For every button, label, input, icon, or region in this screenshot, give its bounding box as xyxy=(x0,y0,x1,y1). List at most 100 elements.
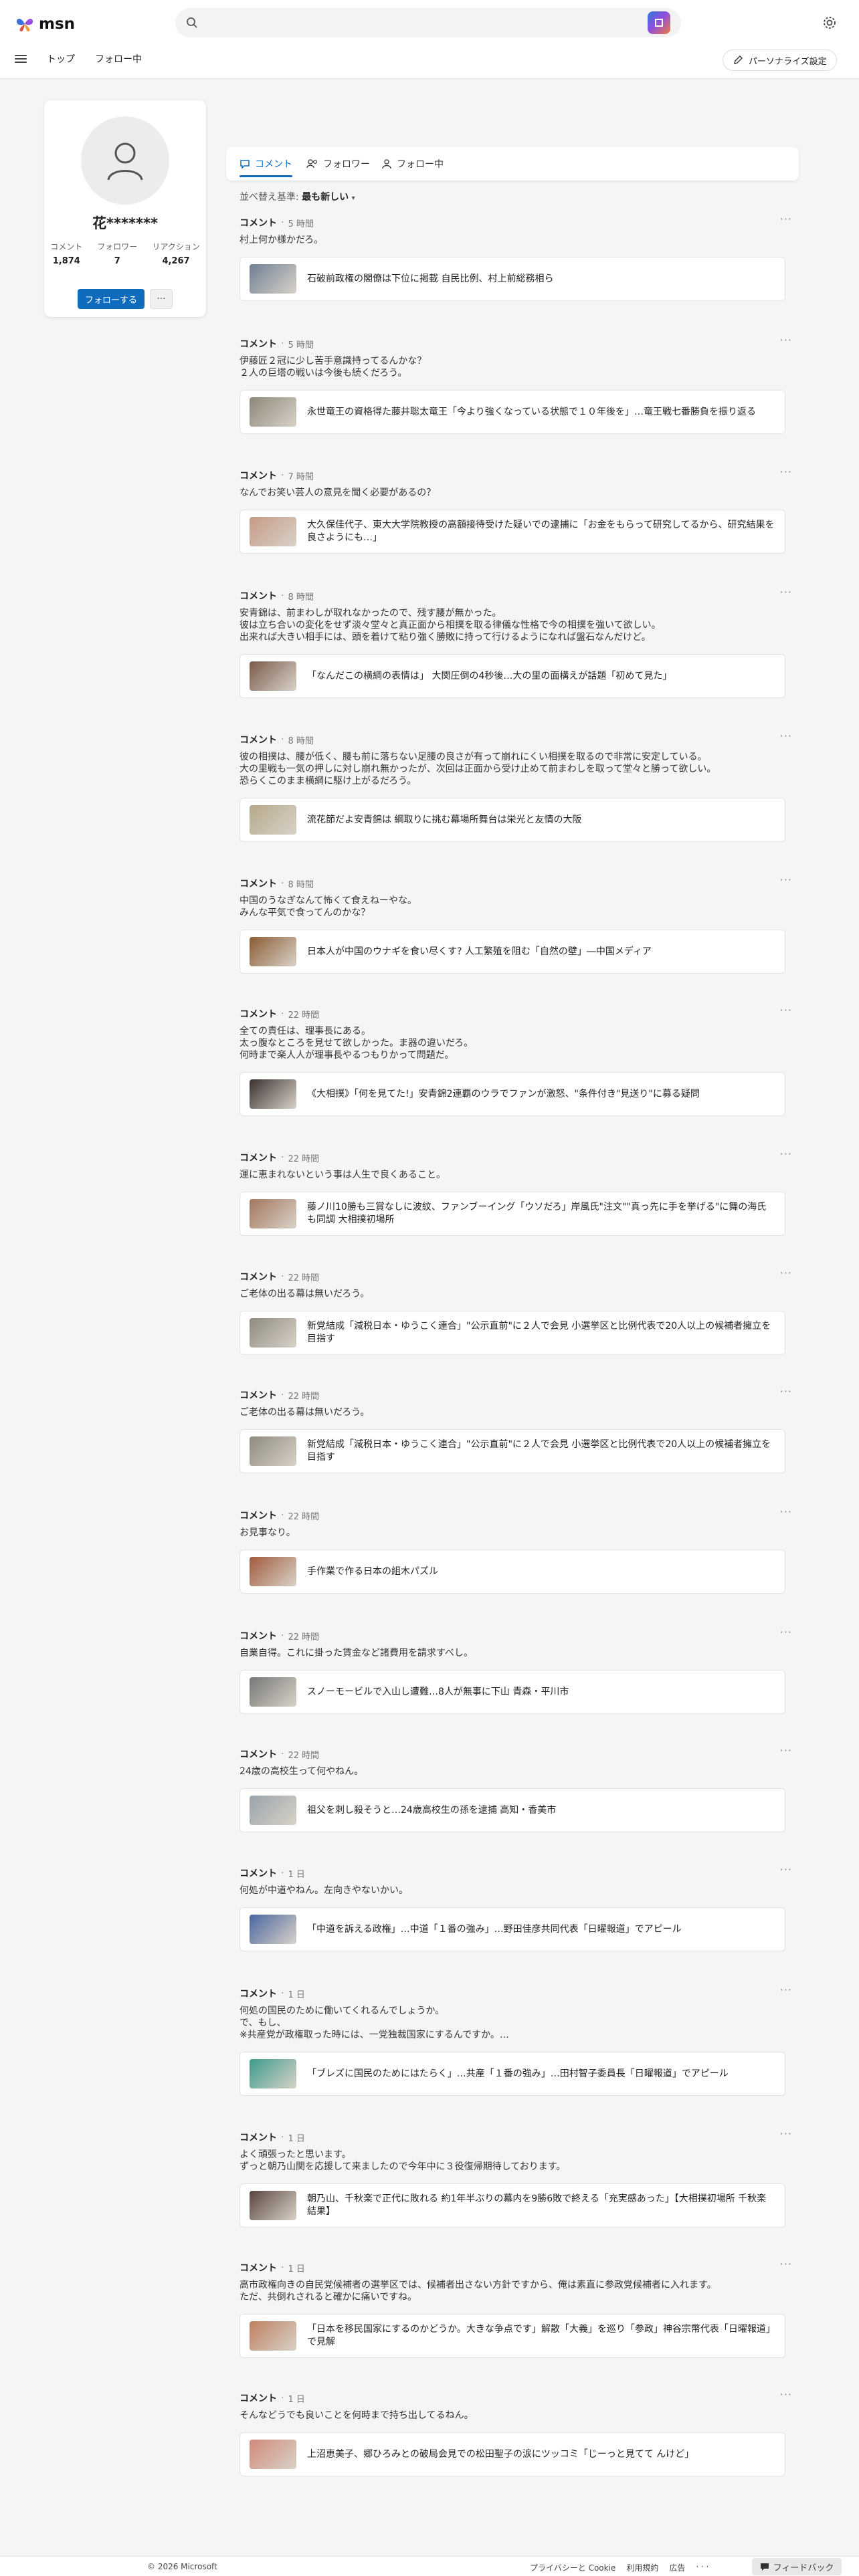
nav-top[interactable]: トップ xyxy=(47,52,75,66)
more-options-icon[interactable]: ··· xyxy=(780,1148,792,1160)
more-options-icon[interactable]: ··· xyxy=(780,873,792,886)
comment-time: 8 時間 xyxy=(288,879,314,890)
comment-author[interactable]: コメント xyxy=(240,469,277,482)
top-bar: msn トップ フォロー中 パーソナライズ設定 xyxy=(0,0,859,79)
stat-value: 7 xyxy=(114,256,120,266)
follow-button[interactable]: フォローする xyxy=(78,289,145,309)
more-options-icon[interactable]: ··· xyxy=(780,2388,792,2401)
copilot-icon[interactable] xyxy=(648,11,670,34)
tab-label: コメント xyxy=(255,159,292,170)
comment-icon xyxy=(240,160,250,169)
more-options-button[interactable]: ··· xyxy=(150,289,173,309)
comment-header: コメント · 22 時間 xyxy=(240,1006,319,1021)
more-options-icon[interactable]: ··· xyxy=(780,1983,792,1996)
comment-text: なんでお笑い芸人の意見を聞く必要があるの？ xyxy=(240,488,436,498)
article-link[interactable]: 「ブレズに国民のためにはたらく」…共産「１番の強み」…田村智子委員長「日曜報道」… xyxy=(240,2052,785,2096)
main-nav: トップ フォロー中 xyxy=(15,47,142,71)
comment-author[interactable]: コメント xyxy=(240,1007,277,1021)
comment-time: 7 時間 xyxy=(288,471,314,482)
more-options-icon[interactable]: ··· xyxy=(780,1863,792,1876)
sort-control[interactable]: 並べ替え基準: 最も新しい ▾ xyxy=(240,190,355,203)
msn-logo[interactable]: msn xyxy=(15,13,75,35)
tab-followers[interactable]: フォロワー xyxy=(306,147,370,181)
comment-author[interactable]: コメント xyxy=(240,877,277,890)
comment-author[interactable]: コメント xyxy=(240,733,277,746)
more-options-icon[interactable]: ··· xyxy=(780,1505,792,1518)
more-links[interactable]: · · · xyxy=(696,2562,708,2573)
article-link[interactable]: 祖父を刺し殺そうと…24歳高校生の孫を逮捕 高知・香美市 xyxy=(240,1788,785,1832)
article-link[interactable]: 石破前政権の閣僚は下位に掲載 自民比例、村上前総務相ら xyxy=(240,257,785,301)
more-options-icon[interactable]: ··· xyxy=(780,586,792,599)
article-link[interactable]: 大久保佳代子、東大大学院教授の高額接待受けた疑いでの逮捕に「お金をもらって研究し… xyxy=(240,510,785,554)
article-link[interactable]: 新党結成「減税日本・ゆうこく連合」"公示直前"に２人で会見 小選挙区と比例代表で… xyxy=(240,1429,785,1473)
article-link[interactable]: 手作業で作る日本の組木パズル xyxy=(240,1549,785,1594)
comment-author[interactable]: コメント xyxy=(240,2391,277,2405)
article-link[interactable]: 新党結成「減税日本・ゆうこく連合」"公示直前"に２人で会見 小選挙区と比例代表で… xyxy=(240,1311,785,1355)
more-options-icon[interactable]: ··· xyxy=(780,1004,792,1016)
more-options-icon[interactable]: ··· xyxy=(780,2127,792,2140)
tab-comments[interactable]: コメント xyxy=(240,147,292,181)
comment-author[interactable]: コメント xyxy=(240,2131,277,2144)
comment-author[interactable]: コメント xyxy=(240,1270,277,1283)
stat-followers[interactable]: フォロワー 7 xyxy=(97,241,137,266)
comment-author[interactable]: コメント xyxy=(240,2261,277,2274)
comment-author[interactable]: コメント xyxy=(240,337,277,350)
privacy-link[interactable]: プライバシーと Cookie xyxy=(530,2562,615,2573)
comment-header: コメント · 1 日 xyxy=(240,2260,305,2275)
stat-value: 4,267 xyxy=(162,256,190,266)
sort-value[interactable]: 最も新しい xyxy=(302,192,349,203)
separator-dot: · xyxy=(281,2393,284,2403)
comment-author[interactable]: コメント xyxy=(240,1987,277,2000)
comment-author[interactable]: コメント xyxy=(240,1509,277,1522)
article-link[interactable]: 《大相撲》「何を見てた!」安青錦2連覇のウラでファンが激怒、"条件付き"見送り"… xyxy=(240,1072,785,1116)
more-options-icon[interactable]: ··· xyxy=(780,1385,792,1398)
ads-link[interactable]: 広告 xyxy=(669,2562,685,2573)
profile-stats: コメント 1,874 フォロワー 7 リアクション 4,267 xyxy=(44,241,206,266)
article-link[interactable]: 永世竜王の資格得た藤井聡太竜王「今より強くなっている状態で１０年後を」…竜王戦七… xyxy=(240,390,785,434)
article-link[interactable]: 上沼恵美子、郷ひろみとの破局会見での松田聖子の涙にツッコミ「じーっと見てて んけ… xyxy=(240,2432,785,2476)
article-link[interactable]: 「中道を訴える政権」…中道「１番の強み」…野田佳彦共同代表「日曜報道」でアピール xyxy=(240,1907,785,1951)
more-options-icon[interactable]: ··· xyxy=(780,213,792,225)
comment-author[interactable]: コメント xyxy=(240,1151,277,1164)
stat-comments[interactable]: コメント 1,874 xyxy=(50,241,82,266)
comment-time: 8 時間 xyxy=(288,736,314,746)
gear-icon[interactable] xyxy=(820,13,839,32)
more-options-icon[interactable]: ··· xyxy=(780,730,792,742)
feedback-button[interactable]: フィードバック xyxy=(752,2558,842,2575)
comment-author[interactable]: コメント xyxy=(240,1388,277,1402)
comment-author[interactable]: コメント xyxy=(240,589,277,603)
article-thumbnail xyxy=(250,1436,296,1466)
stat-label: フォロワー xyxy=(97,242,138,251)
comment-author[interactable]: コメント xyxy=(240,1866,277,1880)
hamburger-menu-icon[interactable] xyxy=(15,53,27,65)
comment-text: 安青錦は、前まわしが取れなかったので、残す腰が無かった。 彼は立ち合いの変化をせ… xyxy=(240,608,661,643)
separator-dot: · xyxy=(281,1630,284,1641)
article-link[interactable]: 「日本を移民国家にするのかどうか。大きな争点です」解散「大義」を巡り「参政」神谷… xyxy=(240,2314,785,2358)
nav-following[interactable]: フォロー中 xyxy=(95,52,142,66)
more-options-icon[interactable]: ··· xyxy=(780,2258,792,2270)
article-thumbnail xyxy=(250,2321,296,2351)
article-link[interactable]: 藤ノ川10勝も三賞なしに波紋、ファンブーイング「ウソだろ」岸風氏"注文""真っ先… xyxy=(240,1192,785,1236)
more-options-icon[interactable]: ··· xyxy=(780,334,792,346)
search-bar[interactable] xyxy=(175,8,681,37)
article-link[interactable]: 「なんだこの横綱の表情は」 大関圧倒の4秒後…大の里の面構えが話題「初めて見た」 xyxy=(240,654,785,698)
terms-link[interactable]: 利用規約 xyxy=(626,2562,658,2573)
personalize-button[interactable]: パーソナライズ設定 xyxy=(723,49,837,71)
comment-author[interactable]: コメント xyxy=(240,216,277,229)
search-input[interactable] xyxy=(205,13,648,33)
article-link[interactable]: 流花節だよ安青錦は 綱取りに挑む幕場所舞台は栄光と友情の大阪 xyxy=(240,798,785,842)
more-options-icon[interactable]: ··· xyxy=(780,1744,792,1757)
more-options-icon[interactable]: ··· xyxy=(780,465,792,478)
comment-time: 22 時間 xyxy=(288,1750,320,1761)
article-title: 「日本を移民国家にするのかどうか。大きな争点です」解散「大義」を巡り「参政」神谷… xyxy=(307,2324,775,2347)
article-link[interactable]: 朝乃山、千秋楽で正代に敗れる 約1年半ぶりの幕内を9勝6敗で終える「充実感あった… xyxy=(240,2183,785,2228)
comment-time: 22 時間 xyxy=(288,1154,320,1164)
more-options-icon[interactable]: ··· xyxy=(780,1626,792,1638)
tab-following[interactable]: フォロー中 xyxy=(381,147,444,181)
article-link[interactable]: スノーモービルで入山し遭難…8人が無事に下山 青森・平川市 xyxy=(240,1670,785,1714)
comment-author[interactable]: コメント xyxy=(240,1629,277,1642)
comment-author[interactable]: コメント xyxy=(240,1747,277,1761)
personalize-label: パーソナライズ設定 xyxy=(749,56,827,67)
article-link[interactable]: 日本人が中国のウナギを食い尽くす? 人工繁殖を阻む「自然の壁」―中国メディア xyxy=(240,930,785,974)
more-options-icon[interactable]: ··· xyxy=(780,1267,792,1279)
